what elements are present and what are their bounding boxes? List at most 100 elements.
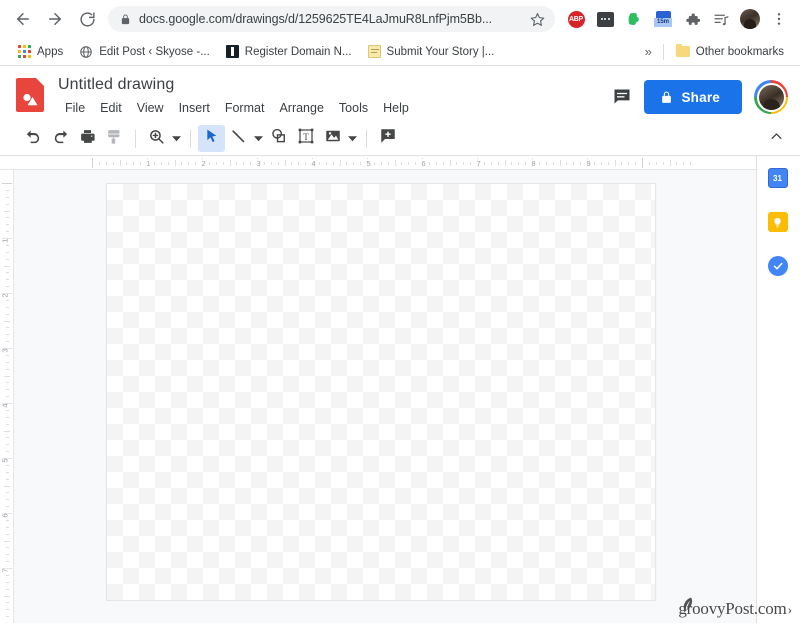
google-calendar-icon[interactable]: 31 <box>767 168 790 190</box>
ruler-tick <box>339 160 341 166</box>
share-button[interactable]: Share <box>644 80 742 114</box>
ruler-tick <box>387 161 389 165</box>
canvas-scroll-region[interactable] <box>14 170 756 623</box>
ruler-tick <box>5 286 9 288</box>
bookmark-item-edit-post[interactable]: Edit Post ‹ Skyose -... <box>71 42 218 62</box>
ruler-tick <box>5 396 9 398</box>
other-bookmarks-button[interactable]: Other bookmarks <box>668 43 792 61</box>
ruler-tick <box>5 616 9 618</box>
drawing-canvas[interactable] <box>106 183 656 601</box>
ruler-tick <box>463 161 465 165</box>
bookmarks-overflow-button[interactable]: » <box>638 41 659 62</box>
zoom-icon <box>148 128 165 150</box>
page-title[interactable]: Untitled drawing <box>58 74 612 96</box>
forward-button[interactable] <box>40 4 70 34</box>
share-button-label: Share <box>681 89 720 105</box>
ruler-tick <box>277 161 279 165</box>
ruler-tick <box>5 299 9 301</box>
vertical-ruler[interactable]: 1 2 3 4 5 6 7 <box>0 170 14 623</box>
account-avatar-button[interactable] <box>754 80 788 114</box>
extensions-puzzle-button[interactable] <box>679 6 705 32</box>
arrow-right-icon <box>46 10 64 28</box>
address-bar[interactable]: docs.google.com/drawings/d/1259625TE4LaJ… <box>108 6 555 32</box>
line-tool[interactable] <box>225 125 252 152</box>
bookmark-item-label: Edit Post ‹ Skyose -... <box>99 45 210 58</box>
ruler-tick <box>105 161 107 165</box>
bookmark-star-icon[interactable] <box>530 12 545 27</box>
ruler-tick <box>4 430 10 432</box>
comment-icon[interactable] <box>612 87 632 107</box>
dots-icon <box>596 11 614 27</box>
timer-extension[interactable]: 15m <box>650 6 676 32</box>
text-box-tool[interactable]: T <box>292 125 319 152</box>
ruler-tick <box>5 203 9 205</box>
redo-icon <box>52 128 69 150</box>
back-button[interactable] <box>8 4 38 34</box>
menu-tools[interactable]: Tools <box>332 98 375 119</box>
image-dropdown-caret[interactable] <box>346 125 359 152</box>
adblock-plus-extension[interactable]: ABP <box>563 6 589 32</box>
horizontal-ruler[interactable]: 1 2 3 4 5 6 7 8 9 <box>0 156 756 170</box>
select-tool[interactable] <box>198 125 225 152</box>
undo-button[interactable] <box>20 125 47 152</box>
ruler-label: 7 <box>0 568 12 573</box>
toolbar-divider <box>190 129 191 148</box>
ruler-tick <box>346 161 348 165</box>
ruler-tick <box>607 161 609 165</box>
zoom-button[interactable] <box>143 125 170 152</box>
drawing-toolbar: T <box>0 122 800 156</box>
menu-view[interactable]: View <box>130 98 171 119</box>
ruler-tick <box>415 161 417 165</box>
line-dropdown-caret[interactable] <box>252 125 265 152</box>
ruler-tick <box>5 224 9 226</box>
ruler-tick <box>4 375 10 377</box>
redo-button[interactable] <box>47 125 74 152</box>
bookmark-item-submit-story[interactable]: Submit Your Story |... <box>360 42 503 61</box>
ruler-tick <box>5 231 9 233</box>
ruler-tick <box>435 161 437 165</box>
dots-extension[interactable] <box>592 6 618 32</box>
tasks-glyph <box>767 256 788 276</box>
zoom-dropdown-caret[interactable] <box>170 125 183 152</box>
media-list-button[interactable] <box>708 6 734 32</box>
ruler-label: 2 <box>199 158 208 168</box>
google-drawings-logo[interactable] <box>16 78 44 112</box>
ruler-tick <box>5 251 9 253</box>
evernote-extension[interactable] <box>621 6 647 32</box>
menu-help[interactable]: Help <box>376 98 416 119</box>
ruler-label: 6 <box>0 513 12 518</box>
menu-insert[interactable]: Insert <box>172 98 217 119</box>
ruler-label: 6 <box>419 158 428 168</box>
bookmark-item-register-domain[interactable]: Register Domain N... <box>218 42 360 61</box>
ruler-tick <box>92 158 93 168</box>
image-tool[interactable] <box>319 125 346 152</box>
browser-profile-button[interactable] <box>737 6 763 32</box>
google-keep-icon[interactable] <box>767 212 790 234</box>
print-button[interactable] <box>74 125 101 152</box>
ruler-tick <box>5 196 9 198</box>
ruler-tick <box>676 161 678 165</box>
menu-file[interactable]: File <box>58 98 92 119</box>
browser-nav-bar: docs.google.com/drawings/d/1259625TE4LaJ… <box>0 0 800 38</box>
ruler-tick <box>5 341 9 343</box>
google-tasks-icon[interactable] <box>767 256 790 278</box>
paint-format-button[interactable] <box>101 125 128 152</box>
reload-button[interactable] <box>72 4 102 34</box>
menu-edit[interactable]: Edit <box>93 98 129 119</box>
apps-grid-icon <box>18 45 31 58</box>
add-comment-button[interactable] <box>374 125 401 152</box>
shape-tool[interactable] <box>265 125 292 152</box>
menu-format[interactable]: Format <box>218 98 272 119</box>
ruler-tick <box>5 217 9 219</box>
ruler-tick <box>456 161 458 165</box>
folder-icon <box>675 43 690 57</box>
collapse-toolbar-button[interactable] <box>763 125 790 152</box>
bookmark-apps[interactable]: Apps <box>10 42 71 61</box>
title-and-menus: Untitled drawing File Edit View Insert F… <box>58 74 612 119</box>
ruler-tick <box>5 327 9 329</box>
menu-arrange[interactable]: Arrange <box>272 98 330 119</box>
ruler-tick <box>5 526 9 528</box>
note-favicon-icon <box>367 45 381 58</box>
ruler-tick <box>5 519 9 521</box>
browser-menu-button[interactable] <box>766 6 792 32</box>
